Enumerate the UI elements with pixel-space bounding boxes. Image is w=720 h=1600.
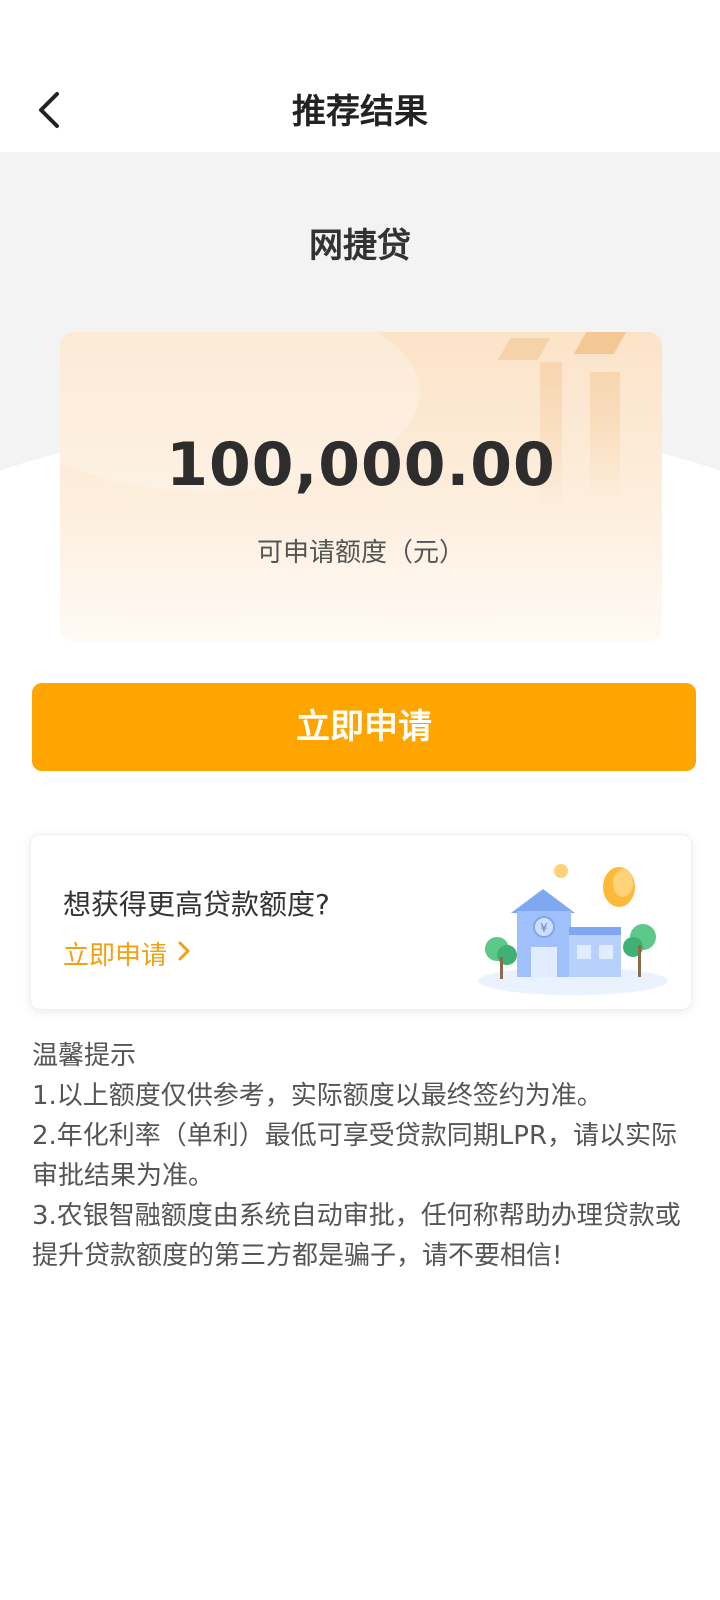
- tips-title: 温馨提示: [32, 1041, 137, 1071]
- promo-apply-link[interactable]: 立即申请: [63, 935, 191, 972]
- decorative-cube: [573, 332, 627, 354]
- tip-item: 3.农银智融额度由系统自动审批，任何称帮助办理贷款或提升贷款额度的第三方都是骗子…: [32, 1201, 681, 1271]
- bank-building-illustration: ¥: [473, 853, 673, 1003]
- decorative-cube: [497, 338, 551, 360]
- product-name: 网捷贷: [309, 226, 411, 266]
- page: 推荐结果 网捷贷 100,000.00 可申请额度（元） 立即申请 想获得更高贷…: [0, 0, 720, 1600]
- header: 推荐结果: [0, 0, 720, 152]
- tips-section: 温馨提示 1.以上额度仅供参考，实际额度以最终签约为准。 2.年化利率（单利）最…: [32, 1036, 692, 1276]
- svg-text:¥: ¥: [540, 921, 548, 935]
- tip-item: 2.年化利率（单利）最低可享受贷款同期LPR，请以实际审批结果为准。: [32, 1121, 678, 1191]
- promo-link-label: 立即申请: [63, 941, 168, 971]
- promo-card[interactable]: 想获得更高贷款额度? 立即申请 ¥: [30, 834, 692, 1010]
- promo-title: 想获得更高贷款额度?: [63, 888, 330, 921]
- apply-button[interactable]: 立即申请: [32, 683, 696, 771]
- chevron-right-icon: [177, 939, 191, 969]
- page-title: 推荐结果: [292, 92, 428, 132]
- quota-amount: 100,000.00: [166, 430, 556, 500]
- quota-card: 100,000.00 可申请额度（元）: [60, 332, 662, 642]
- quota-label: 可申请额度（元）: [256, 538, 465, 568]
- tip-item: 1.以上额度仅供参考，实际额度以最终签约为准。: [32, 1081, 603, 1111]
